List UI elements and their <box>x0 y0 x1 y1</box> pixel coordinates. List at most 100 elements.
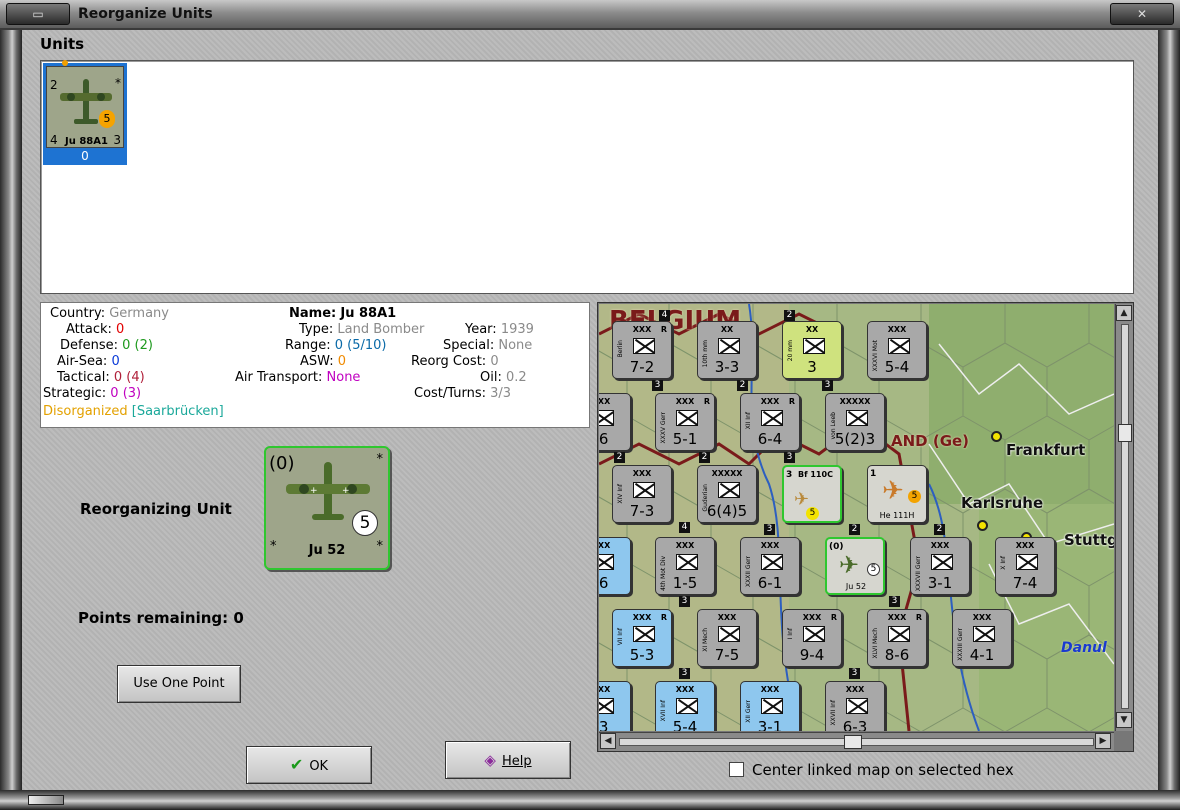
map-unit-counter[interactable]: XXX R VII Inf 5-3 <box>612 609 672 667</box>
status-row: Disorganized [Saarbrücken] <box>43 404 224 420</box>
fighter-plane-icon: ✈ <box>794 489 810 510</box>
map-unit-counter[interactable]: XXX -3 <box>599 681 631 731</box>
window-menu-button[interactable]: ▭ <box>6 3 70 25</box>
country-label: Country: <box>50 306 106 321</box>
map-label-frankfurt: Frankfurt <box>1006 441 1086 459</box>
map-unit-counter[interactable]: XXX R I Inf 9-4 <box>782 609 842 667</box>
air-unit-name: Bf 110C <box>798 470 833 479</box>
status-value: Disorganized <box>43 404 128 419</box>
map-unit-counter[interactable]: XXX R Berlin 7-2 <box>612 321 672 379</box>
counter-value: 7-2 <box>629 358 655 376</box>
transport-plane-icon: ✈ <box>839 551 860 579</box>
resize-grip[interactable] <box>28 795 64 805</box>
map-unit-counter[interactable]: XXX XIV Inf 7-3 <box>612 465 672 523</box>
unit-tile-ju88a1[interactable]: 2 * 5 4 Ju 88A1 3 0 <box>43 60 127 165</box>
scroll-left-icon[interactable]: ◀ <box>600 733 616 749</box>
infantry-icon <box>676 698 698 714</box>
counter-size: XXX <box>887 325 907 334</box>
map-unit-counter[interactable]: XXX XVII Inf 5-4 <box>655 681 715 731</box>
map-unit-counter[interactable]: XXX XXVII Inf 6-3 <box>825 681 885 731</box>
counter-size: XXX <box>845 685 865 694</box>
scroll-right-icon[interactable]: ▶ <box>1095 733 1111 749</box>
range-value: 0 <box>334 338 344 353</box>
scroll-up-icon[interactable]: ▲ <box>1116 305 1132 321</box>
use-one-point-button[interactable]: Use One Point <box>117 665 241 703</box>
map-unit-counter[interactable]: XXX XXXII Gerr 6-1 <box>740 537 800 595</box>
map-selected-air-unit[interactable]: (0) ✈ 5 Ju 52 <box>825 537 885 595</box>
map-unit-counter[interactable]: XXX XXXIII Gerr 4-1 <box>952 609 1012 667</box>
center-map-label: Center linked map on selected hex <box>752 761 1014 779</box>
unit-bottom-right-value: 3 <box>113 133 121 147</box>
counter-size: XX <box>720 325 734 334</box>
map-unit-counter[interactable]: XXXXX von Leeb 5(2)3 <box>825 393 885 451</box>
air-unit-name: Ju 52 <box>845 582 867 591</box>
unit-info-panel: Country: Germany Attack: 0 Defense: 0 (2… <box>40 302 590 428</box>
infantry-icon <box>633 626 655 642</box>
map-vertical-scrollbar[interactable]: ▲ ▼ <box>1115 304 1133 731</box>
counter-value: -6 <box>599 430 609 448</box>
tactical-value: 0 <box>113 370 123 385</box>
range-label: Range: <box>285 338 331 353</box>
map-unit-counter[interactable]: XXX XII Gerr 3-1 <box>740 681 800 731</box>
infantry-icon <box>633 482 655 498</box>
infantry-icon <box>846 698 868 714</box>
name-row: Name: Ju 88A1 <box>289 306 396 322</box>
motorized-icon <box>676 554 698 570</box>
airborne-icon <box>718 338 740 354</box>
counter-value: 7-5 <box>714 646 740 664</box>
map-unit-counter[interactable]: XXX XXXVI Mot 5-4 <box>867 321 927 379</box>
hq-icon <box>846 410 868 426</box>
help-button[interactable]: ◈ Help <box>445 741 571 779</box>
map-unit-counter[interactable]: XXXXX Guderian 6(4)5 <box>697 465 757 523</box>
stack-count: 3 <box>822 380 833 391</box>
center-map-checkbox[interactable] <box>729 762 744 777</box>
location-value: [Saarbrücken] <box>131 404 224 419</box>
stack-count: 3 <box>889 596 900 607</box>
reorganizing-unit-counter[interactable]: (0) * + + 5 * * Ju 52 <box>264 446 390 570</box>
horizontal-scroll-thumb[interactable] <box>844 735 862 749</box>
counter-size: XXX <box>760 541 780 550</box>
cost-turns-row: Cost/Turns: 3/3 <box>414 386 511 402</box>
map-view[interactable]: BELGIUM AND (Ge) Frankfurt Karlsruhe Stu… <box>599 304 1114 731</box>
map-unit-counter[interactable]: XXX R XLVI Mech 8-6 <box>867 609 927 667</box>
unit-name: Ju 88A1 <box>65 136 108 147</box>
counter-corner: R <box>660 325 667 334</box>
stack-count: 3 <box>849 668 860 679</box>
map-unit-counter[interactable]: XXX X Inf 7-4 <box>995 537 1055 595</box>
map-unit-counter[interactable]: XXX R XXXV Gerr 5-1 <box>655 393 715 451</box>
linked-map[interactable]: BELGIUM AND (Ge) Frankfurt Karlsruhe Stu… <box>597 302 1134 752</box>
counter-value: 3-1 <box>927 574 953 592</box>
counter-value: 6-4 <box>757 430 783 448</box>
counter-size: XXX <box>599 397 611 406</box>
strategic-label: Strategic: <box>43 386 107 401</box>
window-frame-bottom <box>0 790 1180 810</box>
strategic-row: Strategic: 0 (3) <box>43 386 141 402</box>
counter-size: XXX <box>675 685 695 694</box>
vertical-scroll-track[interactable] <box>1121 324 1129 709</box>
map-unit-counter[interactable]: XXX R XII Inf 6-4 <box>740 393 800 451</box>
asw-label: ASW: <box>300 354 334 369</box>
special-row: Special: None <box>443 338 532 354</box>
window-frame-right <box>1158 30 1180 792</box>
ok-button[interactable]: ✔ OK <box>246 746 372 784</box>
stack-count: 4 <box>679 522 690 533</box>
map-air-unit-counter[interactable]: 3 Bf 110C ✈ 3 5 <box>782 465 842 523</box>
map-air-unit-counter[interactable]: 1 ✈ 5 He 111H <box>867 465 927 523</box>
map-horizontal-scrollbar[interactable]: ◀ ▶ <box>599 732 1114 751</box>
units-list[interactable]: 2 * 5 4 Ju 88A1 3 0 <box>40 60 1134 294</box>
counter-value: 8-6 <box>884 646 910 664</box>
counter-value: 7-4 <box>1012 574 1038 592</box>
counter-size: XXX <box>632 469 652 478</box>
map-unit-counter[interactable]: XX 20 mm 3 <box>782 321 842 379</box>
map-unit-counter[interactable]: XXX -6 <box>599 393 631 451</box>
map-unit-counter[interactable]: XX 10th mm 3-3 <box>697 321 757 379</box>
map-unit-counter[interactable]: XXX XI Mech 7-5 <box>697 609 757 667</box>
close-button[interactable]: ✕ <box>1110 3 1174 25</box>
map-unit-counter[interactable]: XXX 4th Mot Div 1-5 <box>655 537 715 595</box>
scroll-down-icon[interactable]: ▼ <box>1116 712 1132 728</box>
map-unit-counter[interactable]: XXX XXXVII Gerr 3-1 <box>910 537 970 595</box>
counter-corner: R <box>788 397 795 406</box>
vertical-scroll-thumb[interactable] <box>1118 424 1132 442</box>
stack-count: 2 <box>934 524 945 535</box>
map-unit-counter[interactable]: XXX -6 <box>599 537 631 595</box>
